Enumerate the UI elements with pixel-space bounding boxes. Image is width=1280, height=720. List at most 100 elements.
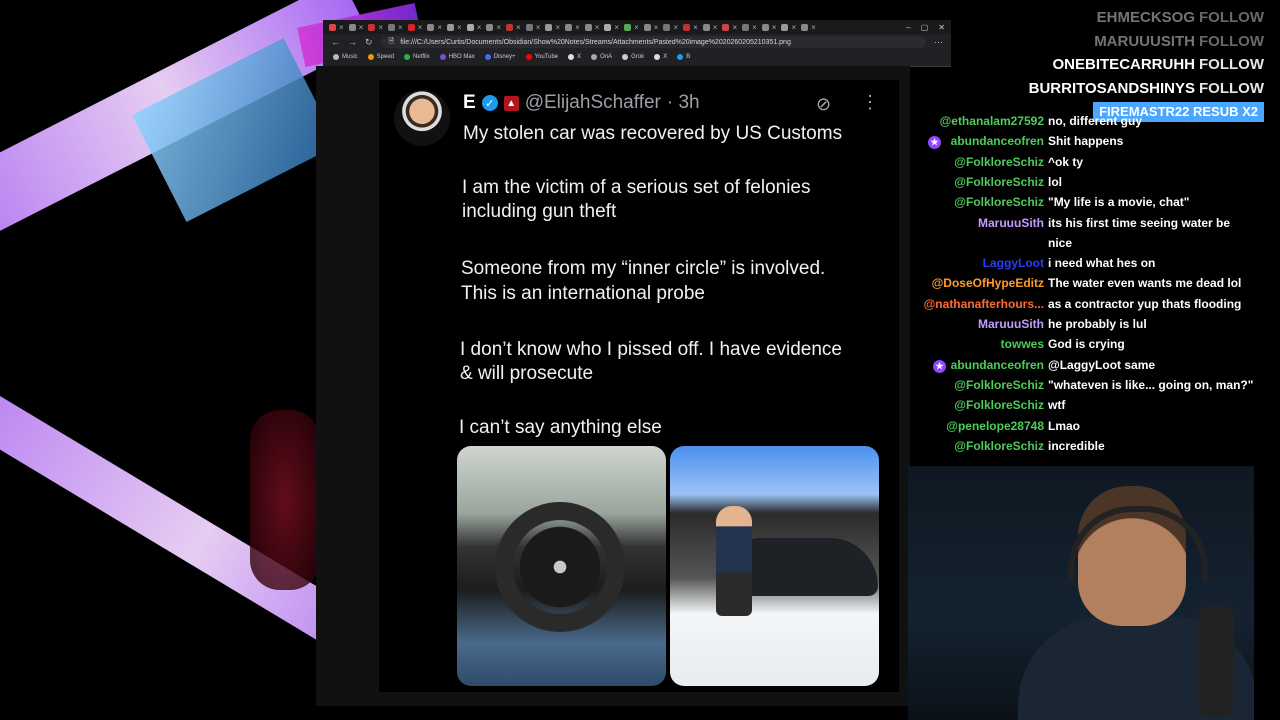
chat-username[interactable]: @ethanalam27592 — [940, 114, 1044, 128]
bookmark-item[interactable]: OnA — [591, 54, 612, 60]
bookmark-item[interactable]: Disney+ — [484, 54, 516, 60]
browser-tab-icon[interactable] — [683, 23, 691, 31]
bookmark-favicon-icon — [525, 54, 532, 60]
back-icon[interactable]: ← — [331, 37, 340, 47]
tab-close-icon[interactable]: × — [791, 23, 796, 32]
car-interior-photo[interactable] — [457, 446, 666, 686]
tab-close-icon[interactable]: × — [536, 23, 541, 32]
chat-username[interactable]: @nathanafterhours... — [924, 297, 1044, 311]
tab-close-icon[interactable]: × — [359, 23, 364, 32]
microphone-shape — [1198, 606, 1234, 716]
tab-close-icon[interactable]: × — [575, 23, 580, 32]
browser-tab-icon[interactable] — [348, 23, 356, 31]
chat-text: God is crying — [1048, 337, 1125, 352]
browser-tab-icon[interactable] — [447, 23, 455, 31]
bookmark-item[interactable]: YouTube — [525, 54, 559, 60]
tab-close-icon[interactable]: × — [418, 23, 423, 32]
browser-tab-icon[interactable] — [368, 23, 376, 31]
display-name-letter[interactable]: E — [463, 92, 476, 114]
chat-message: ★ abundanceofren @LaggyLoot same — [908, 358, 1272, 376]
browser-tab-icon[interactable] — [781, 23, 789, 31]
browser-tab-icon[interactable] — [565, 23, 573, 31]
browser-tab-icon[interactable] — [584, 23, 592, 31]
tab-close-icon[interactable]: × — [457, 23, 462, 32]
tab-close-icon[interactable]: × — [713, 23, 718, 32]
tab-close-icon[interactable]: × — [673, 23, 678, 32]
chat-username[interactable]: @FolkloreSchiz — [954, 398, 1044, 412]
tab-close-icon[interactable]: × — [595, 23, 600, 32]
bookmark-item[interactable]: B — [677, 54, 690, 60]
tab-close-icon[interactable]: × — [772, 23, 777, 32]
chat-username[interactable]: LaggyLoot — [983, 256, 1044, 270]
browser-tab-icon[interactable] — [329, 23, 336, 31]
tab-close-icon[interactable]: × — [516, 23, 521, 32]
chat-text: "whateven is like... going on, man?" — [1048, 377, 1254, 392]
timestamp[interactable]: · 3h — [667, 92, 700, 114]
tab-close-icon[interactable]: × — [398, 23, 403, 32]
chat-username[interactable]: MaruuuSith — [978, 317, 1044, 331]
forward-icon[interactable]: → — [348, 37, 357, 47]
bookmark-item[interactable]: Speed — [367, 54, 394, 60]
chat-username[interactable]: towwes — [1001, 337, 1044, 351]
bookmark-favicon-icon — [439, 54, 446, 60]
browser-tab-icon[interactable] — [643, 23, 651, 31]
bookmark-item[interactable]: Grok — [622, 54, 644, 60]
bookmark-item[interactable]: HBO Max — [439, 54, 475, 60]
bookmark-item[interactable]: X — [654, 54, 667, 60]
tab-close-icon[interactable]: × — [555, 23, 560, 32]
browser-tab-icon[interactable] — [427, 23, 435, 31]
tab-close-icon[interactable]: × — [614, 23, 619, 32]
browser-tab-icon[interactable] — [525, 23, 533, 31]
browser-tab-icon[interactable] — [407, 23, 415, 31]
chat-username[interactable]: @FolkloreSchiz — [954, 378, 1044, 392]
subscriber-badge-icon: ★ — [933, 359, 946, 373]
chat-text: Shit happens — [1048, 134, 1124, 149]
chat-username[interactable]: abundanceofren — [951, 134, 1044, 148]
bookmark-item[interactable]: Netflix — [404, 54, 430, 60]
browser-tab-icon[interactable] — [702, 23, 710, 31]
tab-close-icon[interactable]: × — [437, 23, 442, 32]
bookmark-item[interactable]: Music — [333, 54, 358, 60]
browser-tab-icon[interactable] — [624, 23, 632, 31]
browser-tab-icon[interactable] — [388, 23, 396, 31]
tab-close-icon[interactable]: × — [654, 23, 659, 32]
tab-close-icon[interactable]: × — [378, 23, 383, 32]
browser-tab-icon[interactable] — [722, 23, 730, 31]
chat-username[interactable]: @FolkloreSchiz — [954, 175, 1044, 189]
chat-username[interactable]: @FolkloreSchiz — [954, 195, 1044, 209]
chat-username[interactable]: @penelope28748 — [946, 419, 1044, 433]
browser-tab-icon[interactable] — [761, 23, 769, 31]
handle[interactable]: @ElijahSchaffer — [525, 92, 661, 114]
car-in-snow-photo[interactable] — [670, 446, 879, 686]
tab-close-icon[interactable]: × — [732, 23, 737, 32]
browser-tab-icon[interactable] — [466, 23, 474, 31]
chat-username[interactable]: abundanceofren — [951, 358, 1044, 372]
tab-close-icon[interactable]: × — [634, 23, 639, 32]
browser-tab-icon[interactable] — [801, 23, 809, 31]
bookmark-item[interactable]: X — [568, 54, 581, 60]
tab-close-icon[interactable]: × — [477, 23, 482, 32]
verified-icon: ✓ — [481, 95, 498, 111]
chat-username[interactable]: MaruuuSith — [978, 216, 1044, 230]
chat-username[interactable]: @FolkloreSchiz — [954, 439, 1044, 453]
tab-close-icon[interactable]: × — [339, 23, 344, 32]
grok-icon[interactable]: ⊘ — [816, 94, 836, 114]
url-bar[interactable]: 🗎 file:///C:/Users/Curtis/Documents/Obsi… — [380, 36, 926, 48]
bookmark-label: B — [686, 54, 691, 60]
browser-tab-icon[interactable] — [604, 23, 612, 31]
reload-icon[interactable]: ↻ — [365, 37, 373, 48]
tab-close-icon[interactable]: × — [496, 23, 501, 32]
tab-close-icon[interactable]: × — [752, 23, 757, 32]
browser-tab-icon[interactable] — [506, 23, 514, 31]
browser-tab-icon[interactable] — [742, 23, 750, 31]
tab-close-icon[interactable]: × — [693, 23, 698, 32]
browser-tab-icon[interactable] — [545, 23, 553, 31]
bookmark-label: YouTube — [534, 54, 559, 60]
chat-username[interactable]: @FolkloreSchiz — [954, 155, 1044, 169]
chat-username[interactable]: @DoseOfHypeEditz — [932, 276, 1044, 290]
avatar[interactable] — [394, 90, 450, 146]
tab-close-icon[interactable]: × — [811, 23, 816, 32]
more-options-icon[interactable]: ⋮ — [861, 92, 879, 113]
browser-tab-icon[interactable] — [663, 23, 671, 31]
browser-tab-icon[interactable] — [486, 23, 494, 31]
